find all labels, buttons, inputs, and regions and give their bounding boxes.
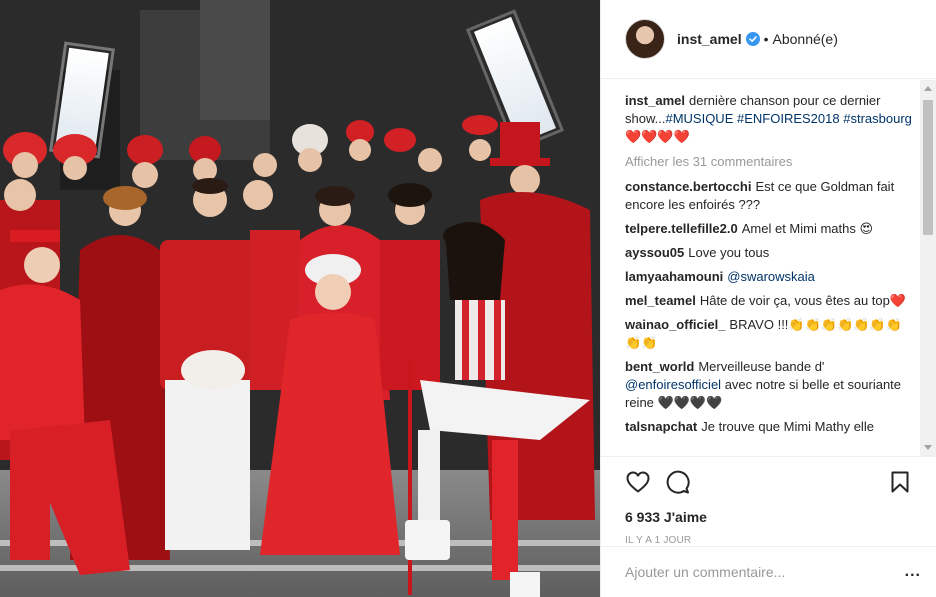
show-all-comments-link[interactable]: Afficher les 31 commentaires xyxy=(625,154,921,169)
caption-username[interactable]: inst_amel xyxy=(625,93,685,108)
caption-hearts: ❤️❤️❤️❤️ xyxy=(625,129,690,144)
comment-item: mel_teamel Hâte de voir ça, vous êtes au … xyxy=(625,292,921,310)
hashtag-strasbourg[interactable]: #strasbourg xyxy=(843,111,912,126)
follow-status[interactable]: Abonné(e) xyxy=(773,31,838,47)
comment-username[interactable]: lamyaahamouni xyxy=(625,269,723,284)
comment-text: Merveilleuse bande d' xyxy=(698,359,825,374)
comment-item: bent_world Merveilleuse bande d' @enfoire… xyxy=(625,358,921,412)
comment-item: telpere.tellefille2.0 Amel et Mimi maths … xyxy=(625,220,921,238)
comment-bubble-icon[interactable] xyxy=(665,469,691,495)
comment-text: Hâte de voir ça, vous êtes au top❤️ xyxy=(699,293,907,308)
bookmark-icon[interactable] xyxy=(887,469,913,495)
likes-count[interactable]: 6 933 J'aime xyxy=(625,509,913,525)
post-photo[interactable] xyxy=(0,0,600,597)
comment-text: Amel et Mimi maths 😍 xyxy=(741,221,874,236)
post-side-panel: inst_amel • Abonné(e) inst_amel dernière … xyxy=(600,0,936,597)
comment-username[interactable]: talsnapchat xyxy=(625,419,697,434)
comment-username[interactable]: wainao_officiel_ xyxy=(625,317,725,332)
scroll-down-arrow-icon[interactable] xyxy=(924,445,932,450)
group-photo-illustration xyxy=(0,0,600,597)
comment-item: ayssou05 Love you tous xyxy=(625,244,921,262)
comment-username[interactable]: mel_teamel xyxy=(625,293,696,308)
add-comment-bar: ... xyxy=(601,546,936,597)
comment-username[interactable]: telpere.tellefille2.0 xyxy=(625,221,738,236)
hashtag-enfoires2018[interactable]: #ENFOIRES2018 xyxy=(737,111,840,126)
comment-text: Love you tous xyxy=(688,245,770,260)
avatar[interactable] xyxy=(625,19,665,59)
post-timestamp: IL Y A 1 JOUR xyxy=(625,535,692,546)
like-heart-icon[interactable] xyxy=(625,469,651,495)
comments-list[interactable]: inst_amel dernière chanson pour ce dernie… xyxy=(601,80,921,456)
comment-item: lamyaahamouni @swarowskaia xyxy=(625,268,921,286)
header-separator: • xyxy=(763,31,769,47)
comments-scrollbar[interactable] xyxy=(920,80,936,456)
verified-badge-icon xyxy=(745,32,760,46)
caption: inst_amel dernière chanson pour ce dernie… xyxy=(625,92,921,146)
white-hat xyxy=(181,350,245,390)
comment-item: constance.bertocchi Est ce que Goldman fa… xyxy=(625,178,921,214)
action-icons-row xyxy=(625,467,913,497)
more-options-icon[interactable]: ... xyxy=(905,563,921,581)
comment-username[interactable]: bent_world xyxy=(625,359,694,374)
post-actions: 6 933 J'aime IL Y A 1 JOUR xyxy=(601,456,936,546)
instagram-post-window: inst_amel • Abonné(e) inst_amel dernière … xyxy=(0,0,936,597)
scrollbar-thumb[interactable] xyxy=(923,100,933,235)
header-username[interactable]: inst_amel xyxy=(677,31,742,47)
comment-item: wainao_officiel_ BRAVO !!!👏👏👏👏👏👏👏👏👏 xyxy=(625,316,921,352)
comment-username[interactable]: constance.bertocchi xyxy=(625,179,751,194)
comment-item: talsnapchat Je trouve que Mimi Mathy elle xyxy=(625,418,921,436)
add-comment-input[interactable] xyxy=(625,564,905,580)
comment-username[interactable]: ayssou05 xyxy=(625,245,684,260)
scroll-up-arrow-icon[interactable] xyxy=(924,86,932,91)
post-header: inst_amel • Abonné(e) xyxy=(601,0,936,79)
comment-mention[interactable]: @enfoiresofficiel xyxy=(625,377,721,392)
hashtag-musique[interactable]: #MUSIQUE xyxy=(665,111,733,126)
comment-text: Je trouve que Mimi Mathy elle xyxy=(701,419,874,434)
comment-mention[interactable]: @swarowskaia xyxy=(727,269,815,284)
